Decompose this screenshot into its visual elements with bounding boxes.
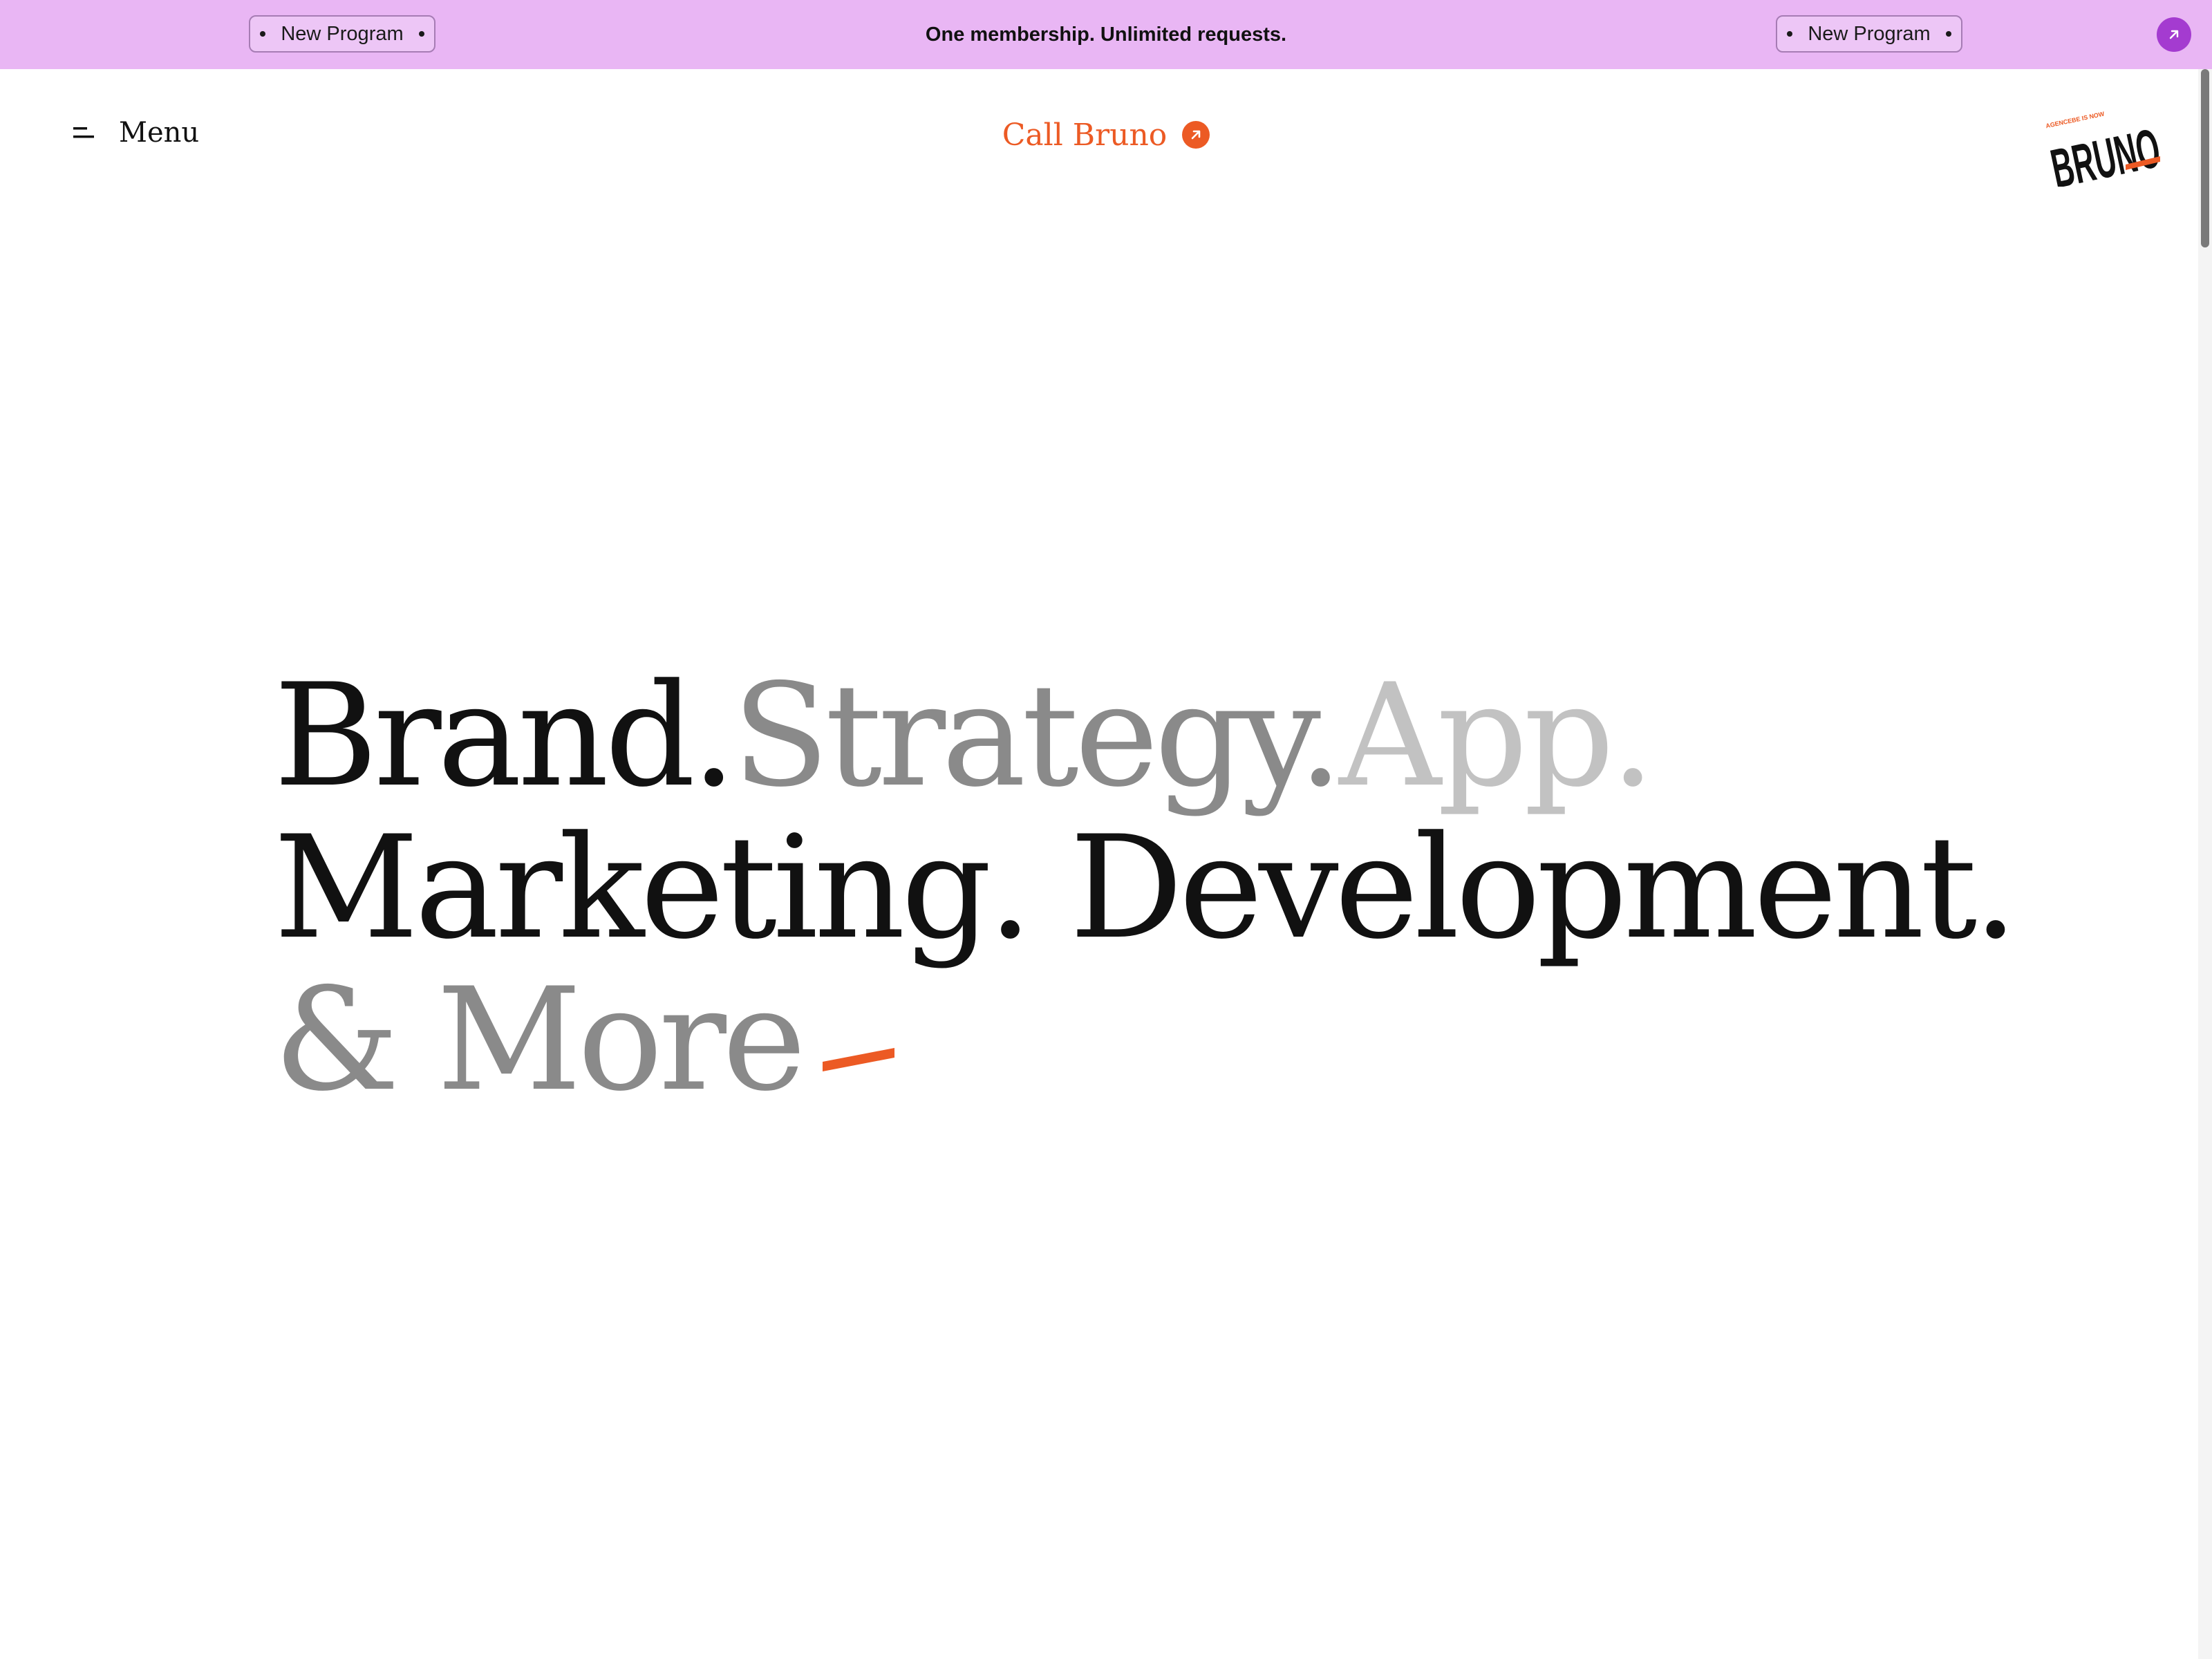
hamburger-icon bbox=[73, 127, 94, 138]
logo-wordmark: BRUNO bbox=[2046, 117, 2166, 187]
logo-tagline: AGENCEBE IS NOW bbox=[2045, 110, 2105, 129]
scrollbar-thumb[interactable] bbox=[2201, 69, 2209, 247]
menu-button[interactable]: Menu bbox=[73, 111, 199, 155]
arrow-up-right-icon bbox=[1182, 121, 1210, 149]
announcement-bar: New Program One membership. Unlimited re… bbox=[0, 0, 2212, 69]
hero-word-brand: Brand. bbox=[274, 654, 736, 818]
hero-line-2: Marketing. Development. bbox=[274, 806, 2018, 971]
hero-word-strategy: Strategy. bbox=[732, 654, 1343, 818]
new-program-pill-right[interactable]: New Program bbox=[1776, 15, 1962, 53]
bullet-icon bbox=[1787, 31, 1793, 37]
hero-line-3: & More bbox=[274, 964, 2014, 1116]
arrow-up-right-icon bbox=[2169, 30, 2179, 39]
call-bruno-button[interactable]: Call Bruno bbox=[1002, 118, 1210, 153]
announcement-arrow-button[interactable] bbox=[2157, 17, 2191, 52]
call-bruno-label: Call Bruno bbox=[1002, 117, 1168, 153]
bullet-icon bbox=[1945, 31, 1951, 37]
pill-label: New Program bbox=[1808, 22, 1931, 45]
menu-label: Menu bbox=[119, 117, 200, 149]
page-scrollbar[interactable] bbox=[2198, 69, 2212, 1659]
hero-word-app: App. bbox=[1339, 654, 1656, 818]
bruno-logo[interactable]: AGENCEBE IS NOW BRUNO bbox=[2043, 97, 2167, 199]
hero-heading: Brand.Strategy.App. Marketing. Developme… bbox=[274, 660, 2018, 1116]
hero-line-1: Brand.Strategy.App. bbox=[274, 660, 2014, 812]
logo-mark: AGENCEBE IS NOW BRUNO bbox=[2045, 110, 2166, 199]
hero-word-more: & More bbox=[274, 958, 806, 1123]
call-bruno-wrapper: Call Bruno bbox=[0, 111, 2212, 159]
accent-dash-icon bbox=[823, 1048, 895, 1072]
